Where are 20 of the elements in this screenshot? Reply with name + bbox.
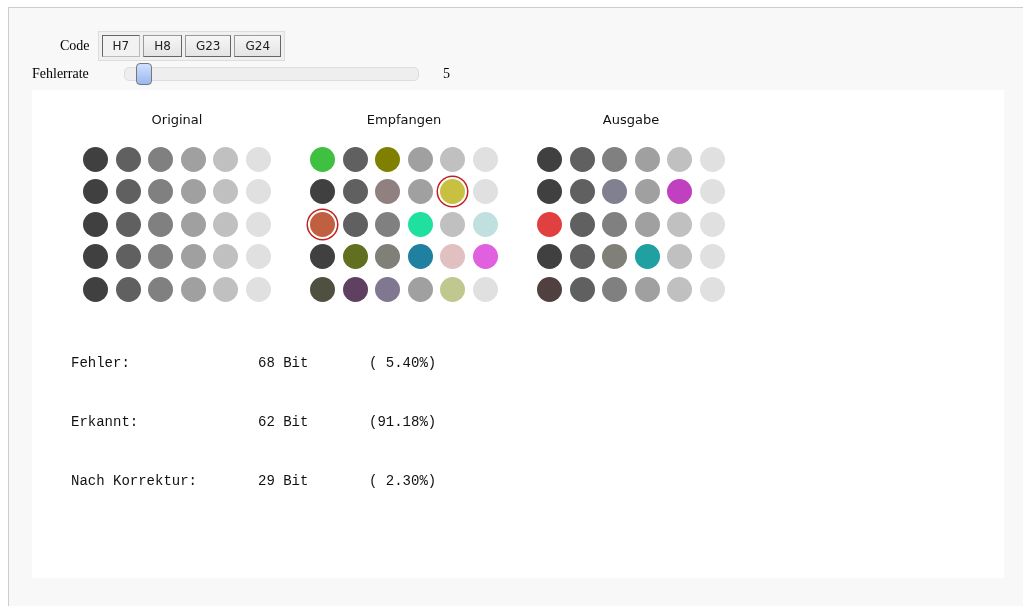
code-button[interactable]: G24: [234, 35, 282, 57]
slider-thumb[interactable]: [136, 63, 153, 85]
stat-label: Fehler:: [71, 355, 131, 373]
code-label: Code: [60, 38, 90, 54]
code-button[interactable]: H7: [101, 35, 141, 57]
stat-bits: 62 Bit: [258, 414, 310, 432]
stat-percent: ( 5.40%): [369, 355, 437, 373]
grid-title: Original: [151, 112, 203, 129]
stat-label: Nach Korrektur:: [71, 473, 199, 491]
code-button[interactable]: G23: [184, 35, 232, 57]
stat-percent: ( 2.30%): [369, 473, 437, 491]
grid-title: Empfangen: [366, 112, 442, 129]
stat-bits: 29 Bit: [258, 473, 310, 491]
stat-percent: (91.18%): [369, 414, 437, 432]
error-rate-label: Fehlerrate: [32, 66, 90, 82]
grid-title: Ausgabe: [602, 112, 660, 129]
stat-label: Erkannt:: [71, 414, 140, 432]
code-button[interactable]: H8: [143, 35, 182, 57]
stat-bits: 68 Bit: [258, 355, 310, 373]
error-rate-value: 5: [443, 66, 450, 82]
